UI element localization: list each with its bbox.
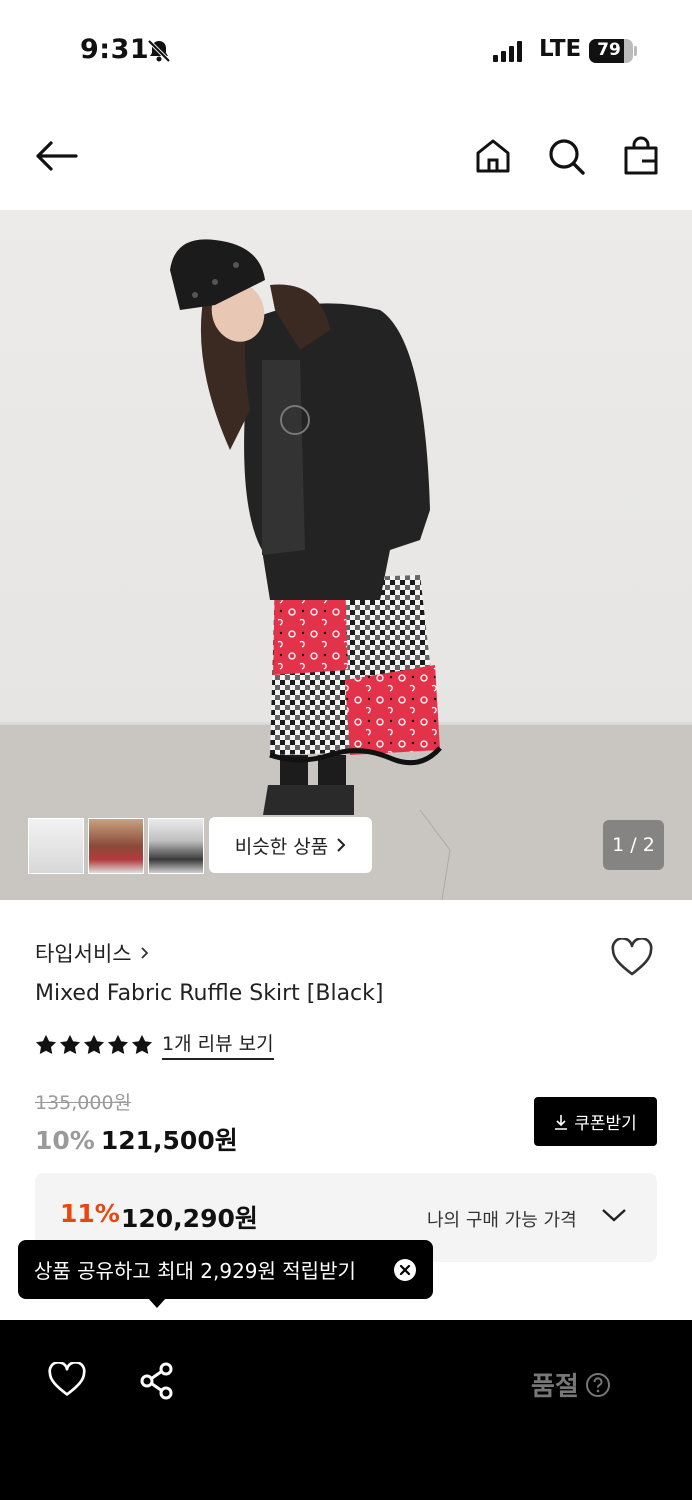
signal-icon: [493, 41, 522, 62]
battery-icon: 79: [589, 39, 633, 63]
discount-percent: 10%: [35, 1126, 95, 1155]
thumbnail-image[interactable]: [88, 818, 144, 874]
product-photo: [0, 239, 692, 900]
review-link[interactable]: 1개 리뷰 보기: [162, 1029, 274, 1060]
coupon-button[interactable]: 쿠폰받기: [534, 1097, 657, 1146]
product-image[interactable]: [0, 210, 692, 900]
sale-price-row: 10% 121,500원: [35, 1121, 238, 1157]
sold-out-status: 품절: [531, 1366, 611, 1403]
star-icon: [83, 1034, 105, 1054]
my-price-label: 나의 구매 가능 가격: [427, 1210, 577, 1231]
network-label: LTE: [539, 36, 582, 62]
similar-products-button[interactable]: 비슷한 상품: [209, 817, 372, 873]
download-icon: [555, 1114, 568, 1130]
rating-row: 1개 리뷰 보기: [35, 1029, 274, 1060]
share-icon[interactable]: [138, 1361, 176, 1401]
home-icon[interactable]: [474, 137, 512, 175]
chevron-down-icon: [602, 1209, 626, 1222]
brand-name: 타입서비스: [35, 942, 132, 966]
image-pager: 1 / 2: [603, 820, 664, 870]
my-price-percent: 11%: [60, 1199, 120, 1228]
heart-icon[interactable]: [610, 938, 654, 978]
star-icon: [35, 1034, 57, 1054]
thumbnail-strip: [28, 818, 204, 874]
tooltip-text: 상품 공유하고 최대 2,929원 적립받기: [34, 1259, 356, 1283]
shopping-bag-icon[interactable]: [622, 136, 660, 176]
back-arrow-icon[interactable]: [34, 140, 78, 172]
status-bar: 9:31 LTE 79: [0, 0, 692, 100]
bell-off-icon: [147, 39, 171, 63]
chevron-right-icon: [140, 947, 148, 959]
status-time: 9:31: [80, 34, 150, 65]
sold-out-label: 품절: [531, 1372, 579, 1402]
share-reward-tooltip: 상품 공유하고 최대 2,929원 적립받기: [18, 1240, 433, 1299]
product-title: Mixed Fabric Ruffle Skirt [Black]: [35, 981, 384, 1006]
star-icon: [107, 1034, 129, 1054]
sale-price: 121,500원: [100, 1126, 238, 1155]
tooltip-tail: [148, 1298, 166, 1308]
thumbnail-image[interactable]: [28, 818, 84, 874]
bottom-action-bar: 품절: [0, 1320, 692, 1500]
star-rating: [35, 1034, 153, 1055]
top-nav: [0, 100, 692, 210]
thumbnail-image[interactable]: [148, 818, 204, 874]
star-icon: [59, 1034, 81, 1054]
heart-icon[interactable]: [47, 1362, 87, 1398]
help-icon[interactable]: [585, 1372, 611, 1398]
star-icon: [131, 1034, 153, 1054]
similar-products-label: 비슷한 상품: [234, 835, 329, 858]
original-price: 135,000원: [35, 1092, 132, 1114]
coupon-label: 쿠폰받기: [574, 1114, 637, 1134]
search-icon[interactable]: [547, 137, 587, 177]
brand-link[interactable]: 타입서비스: [35, 938, 149, 968]
chevron-right-icon: [337, 838, 346, 852]
battery-level: 79: [597, 40, 621, 60]
my-price-value: 120,290원: [121, 1204, 258, 1233]
close-icon[interactable]: [393, 1258, 417, 1282]
